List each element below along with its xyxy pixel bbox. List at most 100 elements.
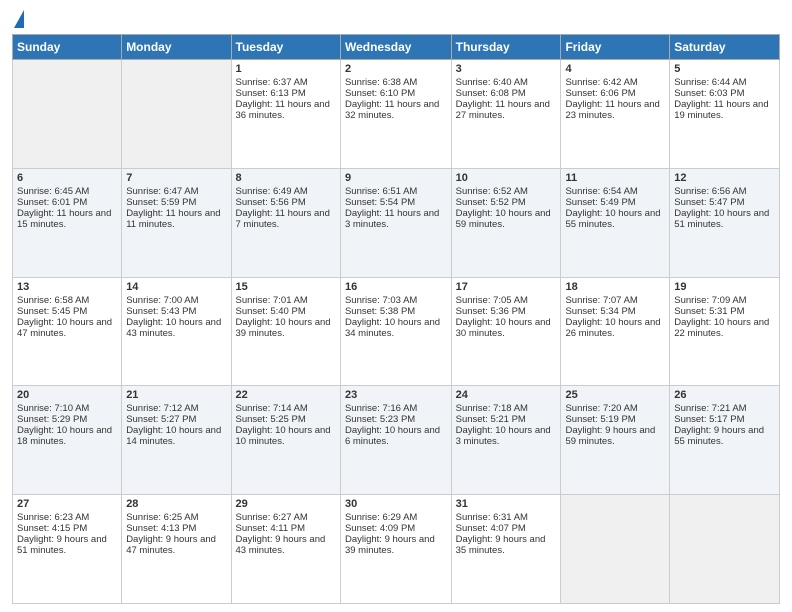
calendar-cell: 1Sunrise: 6:37 AMSunset: 6:13 PMDaylight… — [231, 60, 340, 169]
week-row-1: 1Sunrise: 6:37 AMSunset: 6:13 PMDaylight… — [13, 60, 780, 169]
calendar-cell: 19Sunrise: 7:09 AMSunset: 5:31 PMDayligh… — [670, 277, 780, 386]
calendar-cell — [561, 495, 670, 604]
sunset-text: Sunset: 4:07 PM — [456, 523, 557, 534]
calendar-cell: 24Sunrise: 7:18 AMSunset: 5:21 PMDayligh… — [451, 386, 561, 495]
weekday-header-wednesday: Wednesday — [340, 35, 451, 60]
calendar-cell: 17Sunrise: 7:05 AMSunset: 5:36 PMDayligh… — [451, 277, 561, 386]
sunrise-text: Sunrise: 6:45 AM — [17, 186, 117, 197]
sunrise-text: Sunrise: 7:01 AM — [236, 295, 336, 306]
calendar-cell: 11Sunrise: 6:54 AMSunset: 5:49 PMDayligh… — [561, 168, 670, 277]
sunset-text: Sunset: 4:15 PM — [17, 523, 117, 534]
day-number: 7 — [126, 172, 226, 184]
sunset-text: Sunset: 5:29 PM — [17, 414, 117, 425]
sunset-text: Sunset: 5:56 PM — [236, 197, 336, 208]
daylight-text: Daylight: 10 hours and 51 minutes. — [674, 208, 775, 230]
sunrise-text: Sunrise: 7:20 AM — [565, 403, 665, 414]
day-number: 3 — [456, 63, 557, 75]
sunrise-text: Sunrise: 6:42 AM — [565, 77, 665, 88]
day-number: 27 — [17, 498, 117, 510]
sunrise-text: Sunrise: 6:56 AM — [674, 186, 775, 197]
calendar-cell: 27Sunrise: 6:23 AMSunset: 4:15 PMDayligh… — [13, 495, 122, 604]
sunset-text: Sunset: 5:36 PM — [456, 306, 557, 317]
day-number: 15 — [236, 281, 336, 293]
sunrise-text: Sunrise: 6:51 AM — [345, 186, 447, 197]
sunrise-text: Sunrise: 6:49 AM — [236, 186, 336, 197]
sunrise-text: Sunrise: 6:23 AM — [17, 512, 117, 523]
day-number: 23 — [345, 389, 447, 401]
sunrise-text: Sunrise: 6:58 AM — [17, 295, 117, 306]
daylight-text: Daylight: 10 hours and 22 minutes. — [674, 317, 775, 339]
calendar-cell: 21Sunrise: 7:12 AMSunset: 5:27 PMDayligh… — [122, 386, 231, 495]
daylight-text: Daylight: 9 hours and 55 minutes. — [674, 425, 775, 447]
calendar-cell: 29Sunrise: 6:27 AMSunset: 4:11 PMDayligh… — [231, 495, 340, 604]
day-number: 6 — [17, 172, 117, 184]
daylight-text: Daylight: 11 hours and 27 minutes. — [456, 99, 557, 121]
day-number: 1 — [236, 63, 336, 75]
sunset-text: Sunset: 5:25 PM — [236, 414, 336, 425]
daylight-text: Daylight: 9 hours and 43 minutes. — [236, 534, 336, 556]
calendar-cell: 18Sunrise: 7:07 AMSunset: 5:34 PMDayligh… — [561, 277, 670, 386]
calendar-cell: 14Sunrise: 7:00 AMSunset: 5:43 PMDayligh… — [122, 277, 231, 386]
sunrise-text: Sunrise: 7:18 AM — [456, 403, 557, 414]
calendar-cell — [670, 495, 780, 604]
sunset-text: Sunset: 6:13 PM — [236, 88, 336, 99]
daylight-text: Daylight: 11 hours and 19 minutes. — [674, 99, 775, 121]
sunset-text: Sunset: 5:19 PM — [565, 414, 665, 425]
calendar-cell: 22Sunrise: 7:14 AMSunset: 5:25 PMDayligh… — [231, 386, 340, 495]
day-number: 28 — [126, 498, 226, 510]
daylight-text: Daylight: 11 hours and 3 minutes. — [345, 208, 447, 230]
calendar-cell: 6 Sunrise: 6:45 AMSunset: 6:01 PMDaylight… — [13, 168, 122, 277]
header — [12, 10, 780, 28]
day-number: 12 — [674, 172, 775, 184]
sunrise-text: Sunrise: 7:07 AM — [565, 295, 665, 306]
sunrise-text: Sunrise: 7:03 AM — [345, 295, 447, 306]
day-number: 16 — [345, 281, 447, 293]
sunset-text: Sunset: 5:45 PM — [17, 306, 117, 317]
logo — [12, 10, 24, 28]
sunset-text: Sunset: 6:10 PM — [345, 88, 447, 99]
sunrise-text: Sunrise: 6:40 AM — [456, 77, 557, 88]
daylight-text: Daylight: 9 hours and 35 minutes. — [456, 534, 557, 556]
calendar-cell: 4Sunrise: 6:42 AMSunset: 6:06 PMDaylight… — [561, 60, 670, 169]
daylight-text: Daylight: 11 hours and 7 minutes. — [236, 208, 336, 230]
daylight-text: Daylight: 9 hours and 47 minutes. — [126, 534, 226, 556]
daylight-text: Daylight: 10 hours and 59 minutes. — [456, 208, 557, 230]
day-number: 2 — [345, 63, 447, 75]
daylight-text: Daylight: 10 hours and 14 minutes. — [126, 425, 226, 447]
page: SundayMondayTuesdayWednesdayThursdayFrid… — [0, 0, 792, 612]
day-number: 20 — [17, 389, 117, 401]
week-row-2: 6Sunrise: 6:45 AMSunset: 6:01 PMDaylight… — [13, 168, 780, 277]
day-number: 8 — [236, 172, 336, 184]
calendar-cell: 8 Sunrise: 6:49 AMSunset: 5:56 PMDaylight… — [231, 168, 340, 277]
sunset-text: Sunset: 5:59 PM — [126, 197, 226, 208]
sunset-text: Sunset: 6:08 PM — [456, 88, 557, 99]
weekday-header-sunday: Sunday — [13, 35, 122, 60]
calendar-cell: 31Sunrise: 6:31 AMSunset: 4:07 PMDayligh… — [451, 495, 561, 604]
weekday-header-friday: Friday — [561, 35, 670, 60]
sunset-text: Sunset: 5:49 PM — [565, 197, 665, 208]
weekday-header-saturday: Saturday — [670, 35, 780, 60]
day-number: 9 — [345, 172, 447, 184]
daylight-text: Daylight: 10 hours and 55 minutes. — [565, 208, 665, 230]
weekday-header-monday: Monday — [122, 35, 231, 60]
calendar-cell: 3 Sunrise: 6:40 AMSunset: 6:08 PMDaylight… — [451, 60, 561, 169]
sunset-text: Sunset: 5:27 PM — [126, 414, 226, 425]
day-number: 10 — [456, 172, 557, 184]
day-number: 30 — [345, 498, 447, 510]
daylight-text: Daylight: 11 hours and 15 minutes. — [17, 208, 117, 230]
daylight-text: Daylight: 10 hours and 18 minutes. — [17, 425, 117, 447]
day-number: 24 — [456, 389, 557, 401]
calendar-cell: 26Sunrise: 7:21 AMSunset: 5:17 PMDayligh… — [670, 386, 780, 495]
sunset-text: Sunset: 5:43 PM — [126, 306, 226, 317]
sunrise-text: Sunrise: 6:47 AM — [126, 186, 226, 197]
sunset-text: Sunset: 6:01 PM — [17, 197, 117, 208]
calendar-cell — [122, 60, 231, 169]
day-number: 5 — [674, 63, 775, 75]
weekday-header-thursday: Thursday — [451, 35, 561, 60]
sunrise-text: Sunrise: 6:54 AM — [565, 186, 665, 197]
daylight-text: Daylight: 11 hours and 36 minutes. — [236, 99, 336, 121]
sunset-text: Sunset: 6:03 PM — [674, 88, 775, 99]
sunset-text: Sunset: 5:52 PM — [456, 197, 557, 208]
sunset-text: Sunset: 5:17 PM — [674, 414, 775, 425]
sunset-text: Sunset: 5:23 PM — [345, 414, 447, 425]
